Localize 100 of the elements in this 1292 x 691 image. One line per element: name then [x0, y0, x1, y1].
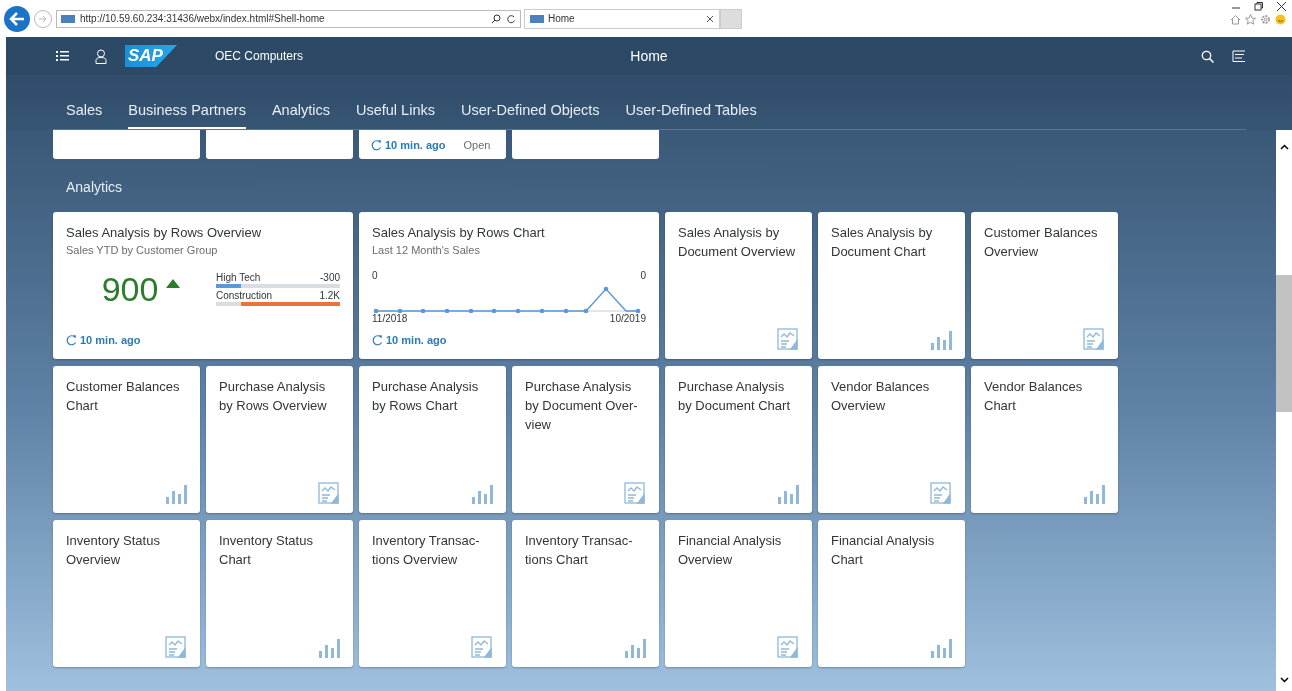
analytics-tile[interactable]: Customer Balances Overview	[971, 212, 1118, 359]
analytics-tile[interactable]: Sales Analysis by Rows Chart Last 12 Month's Sales 0 0 11/2018 10/2019 10 min. ago	[359, 212, 659, 359]
page-icon	[530, 14, 544, 23]
search-icon[interactable]	[1201, 49, 1214, 63]
refresh-icon	[371, 138, 382, 151]
axis-label: 10/2019	[609, 313, 646, 324]
tile[interactable]	[206, 130, 353, 159]
report-icon	[777, 636, 799, 658]
bar-chart-icon	[1083, 484, 1105, 504]
tile-title: Sales Analysis by Document Chart	[831, 224, 934, 261]
tile-title: Inventory Transac-tions Chart	[525, 532, 634, 569]
analytics-tile[interactable]: Customer Balances Chart	[53, 366, 200, 513]
bar-chart-icon	[165, 484, 187, 504]
tile-title: Customer Balances Overview	[984, 224, 1099, 261]
analytics-tile[interactable]: Inventory Transac-tions Chart	[512, 520, 659, 667]
close-icon[interactable]	[1277, 2, 1286, 11]
tile-status: Open	[463, 138, 491, 151]
analytics-tile[interactable]: Vendor Balances Chart	[971, 366, 1118, 513]
bar-chart-icon	[318, 638, 340, 658]
bar-value: -300	[320, 272, 340, 283]
restore-icon[interactable]	[1254, 2, 1263, 11]
axis-label: 0	[640, 270, 646, 281]
notifications-icon[interactable]	[1232, 50, 1246, 62]
refresh-icon[interactable]	[506, 13, 516, 24]
address-text: http://10.59.60.234:31436/webx/index.html#Shell-home	[80, 13, 326, 24]
nav-tab[interactable]: Useful Links	[356, 102, 435, 130]
analytics-tile[interactable]: Purchase Analysis by Document Chart	[665, 366, 812, 513]
bar-value: 1.2K	[319, 290, 340, 301]
bar-label: High Tech	[216, 272, 261, 283]
home-icon[interactable]	[1230, 14, 1241, 25]
bar-chart-icon	[930, 330, 952, 350]
bar-chart-icon	[930, 638, 952, 658]
tile[interactable]	[53, 130, 200, 159]
tile-title: Purchase Analysis by Document Over-view	[525, 378, 639, 434]
trend-up-icon	[166, 279, 181, 288]
tile-subtitle: Sales YTD by Customer Group	[66, 244, 219, 256]
scroll-down-icon[interactable]	[1279, 677, 1289, 683]
bar-chart-icon	[624, 638, 646, 658]
tile-title: Purchase Analysis by Rows Overview	[219, 378, 328, 415]
analytics-tile[interactable]: Vendor Balances Overview	[818, 366, 965, 513]
kpi-value: 900	[101, 271, 159, 307]
refresh-icon	[66, 334, 77, 346]
analytics-tile[interactable]: Financial Analysis Overview	[665, 520, 812, 667]
refresh-icon	[372, 334, 383, 346]
analytics-tile[interactable]: Financial Analysis Chart	[818, 520, 965, 667]
page-icon	[61, 14, 75, 23]
scroll-up-icon[interactable]	[1279, 144, 1289, 150]
nav-tab[interactable]: Analytics	[271, 102, 330, 130]
bar-chart-icon	[777, 484, 799, 504]
menu-icon[interactable]	[56, 50, 69, 62]
tile-title: Inventory Status Overview	[66, 532, 161, 569]
refresh-time: 10 min. ago	[371, 138, 446, 151]
analytics-tile[interactable]: Inventory Status Chart	[206, 520, 353, 667]
nav-tab[interactable]: User-Defined Objects	[460, 102, 600, 130]
user-icon[interactable]	[95, 48, 107, 64]
report-icon	[318, 482, 340, 504]
tile-title: Vendor Balances Overview	[831, 378, 931, 415]
axis-label: 11/2018	[372, 313, 408, 324]
analytics-tile[interactable]: Sales Analysis by Rows Overview Sales YTD by Customer Group 900 High Tech -300 Construction 1.2K 10 min. ago	[53, 212, 353, 359]
nav-tab[interactable]: Sales	[66, 102, 103, 130]
report-icon	[777, 328, 799, 350]
nav-tab[interactable]: User-Defined Tables	[625, 102, 757, 130]
tile-title: Inventory Status Chart	[219, 532, 314, 569]
tile-title: Vendor Balances Chart	[984, 378, 1084, 415]
browser-tab[interactable]: Home	[524, 8, 720, 29]
analytics-tile[interactable]: Purchase Analysis by Document Over-view	[512, 366, 659, 513]
refresh-time: 10 min. ago	[66, 334, 141, 346]
tile-title: Inventory Transac-tions Overview	[372, 532, 481, 569]
report-icon	[471, 636, 493, 658]
analytics-tile[interactable]: Purchase Analysis by Rows Chart	[359, 366, 506, 513]
search-icon[interactable]	[491, 13, 501, 24]
tab-title: Home	[548, 13, 576, 24]
tile[interactable]: 10 min. ago Open	[359, 130, 506, 159]
analytics-tile[interactable]: Inventory Status Overview	[53, 520, 200, 667]
report-icon	[1083, 328, 1105, 350]
smiley-icon[interactable]	[1275, 14, 1286, 25]
report-icon	[930, 482, 952, 504]
tile-title: Sales Analysis by Rows Overview	[66, 224, 263, 242]
tile-title: Purchase Analysis by Document Chart	[678, 378, 791, 415]
company-name: OEC Computers	[214, 49, 303, 63]
tile-title: Customer Balances Chart	[66, 378, 181, 415]
page-title: Home	[630, 48, 668, 64]
analytics-tile[interactable]: Sales Analysis by Document Chart	[818, 212, 965, 359]
tile[interactable]	[512, 130, 659, 159]
star-icon[interactable]	[1245, 14, 1256, 25]
analytics-tile[interactable]: Sales Analysis by Document Overview	[665, 212, 812, 359]
analytics-tile[interactable]: Purchase Analysis by Rows Overview	[206, 366, 353, 513]
tile-title: Financial Analysis Overview	[678, 532, 783, 569]
report-icon	[624, 482, 646, 504]
section-title: Analytics	[65, 178, 124, 197]
bar-label: Construction	[216, 290, 273, 301]
analytics-tile[interactable]: Inventory Transac-tions Overview	[359, 520, 506, 667]
back-arrow-icon	[9, 11, 25, 26]
tile-title: Sales Analysis by Rows Chart	[372, 224, 546, 242]
address-bar[interactable]: http://10.59.60.234:31436/webx/index.html#Shell-home	[56, 9, 521, 28]
close-icon[interactable]	[706, 14, 714, 23]
bar-chart-icon	[471, 484, 493, 504]
back-button[interactable]	[4, 5, 30, 32]
scrollbar-thumb[interactable]	[1276, 275, 1292, 412]
axis-label: 0	[372, 270, 378, 281]
